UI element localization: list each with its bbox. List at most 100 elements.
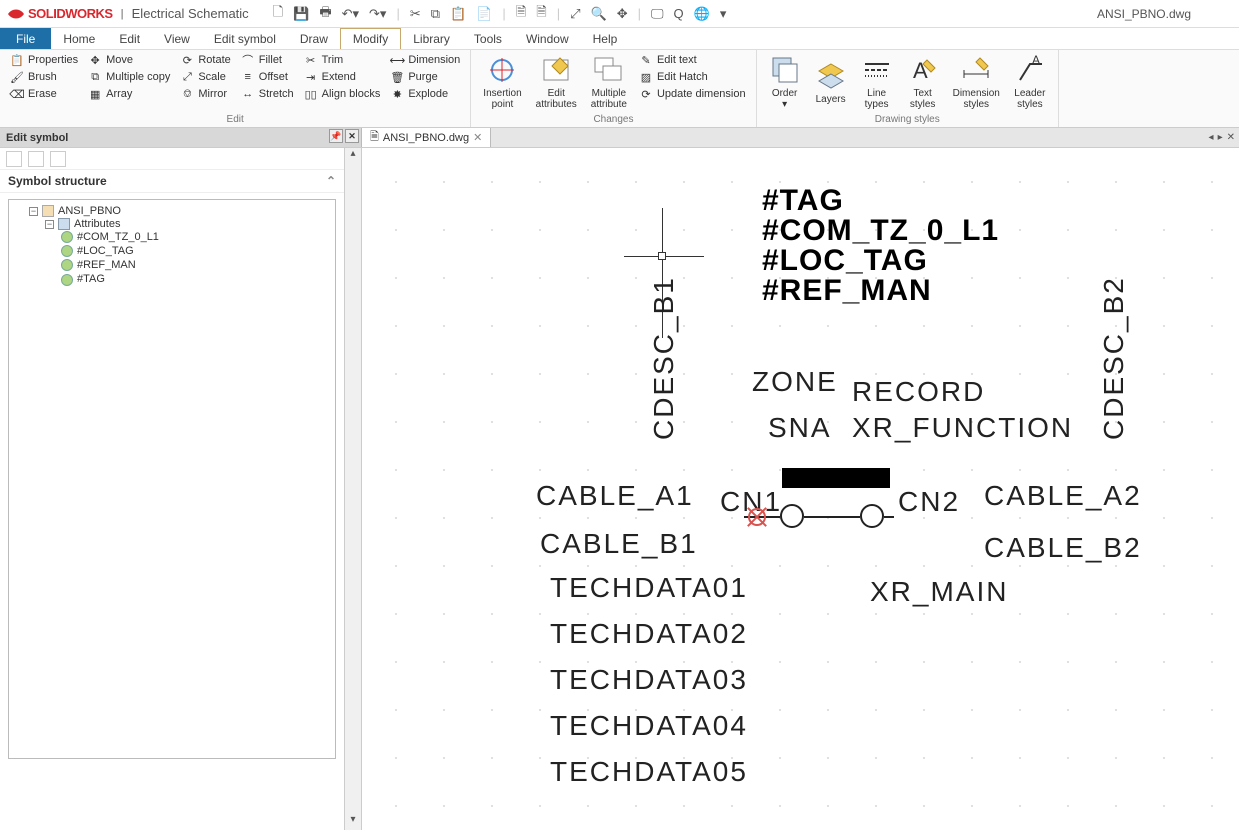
qat-print-icon[interactable]: 🖶: [319, 3, 331, 25]
qat-divider: |: [638, 6, 641, 21]
main-area: Symbol structure ⌃ −ANSI_PBNO −Attribute…: [0, 148, 1239, 830]
lbl-techdata04: TECHDATA04: [550, 710, 748, 742]
qat-dropdown-icon[interactable]: ▾: [720, 6, 727, 22]
tree-attr-item[interactable]: #COM_TZ_0_L1: [61, 230, 331, 244]
scroll-up-icon[interactable]: ▴: [345, 148, 361, 164]
lp-tool3-icon[interactable]: [50, 151, 66, 167]
symbol-tree[interactable]: −ANSI_PBNO −Attributes #COM_TZ_0_L1 #LOC…: [8, 199, 336, 759]
cmd-layers[interactable]: Layers: [809, 52, 853, 112]
qat-undo-icon[interactable]: ↶▾: [342, 6, 359, 22]
cmd-stretch[interactable]: ↔Stretch: [237, 86, 298, 102]
app-logo: SOLIDWORKS | Electrical Schematic: [8, 6, 249, 22]
qat-copy-icon[interactable]: ⧉: [431, 6, 440, 22]
cmd-editattributes[interactable]: Edit attributes: [530, 52, 583, 112]
qat-doc2-icon[interactable]: 🗎: [536, 3, 546, 25]
cmd-edithatch[interactable]: ▨Edit Hatch: [635, 69, 750, 85]
menu-editsymbol[interactable]: Edit symbol: [202, 28, 288, 49]
cmd-erase[interactable]: ⌫Erase: [6, 86, 82, 102]
tab-prev-icon[interactable]: ◂: [1209, 132, 1214, 143]
qat-new-icon[interactable]: 🗋: [273, 3, 283, 25]
toggle-icon[interactable]: −: [45, 220, 54, 229]
tree-attr-item[interactable]: #REF_MAN: [61, 258, 331, 272]
menu-file[interactable]: File: [0, 28, 51, 49]
qat-doc1-icon[interactable]: 🗎: [516, 3, 526, 25]
cmd-properties[interactable]: 📋Properties: [6, 52, 82, 68]
menu-library[interactable]: Library: [401, 28, 462, 49]
cmd-alignblocks[interactable]: ▯▯Align blocks: [300, 86, 385, 102]
qat-screen-icon[interactable]: 🖵: [651, 6, 664, 22]
menu-draw[interactable]: Draw: [288, 28, 340, 49]
cmd-trim[interactable]: ✂Trim: [300, 52, 385, 68]
cdesc-b2: CDESC_B2: [1098, 276, 1130, 440]
menu-view[interactable]: View: [152, 28, 202, 49]
document-name: ANSI_PBNO.dwg: [1097, 7, 1191, 21]
lp-tool1-icon[interactable]: [6, 151, 22, 167]
cmd-extend[interactable]: ⇥Extend: [300, 69, 385, 85]
menu-tools[interactable]: Tools: [462, 28, 514, 49]
panel-scrollbar[interactable]: ▴ ▾: [345, 148, 362, 830]
cmd-purge[interactable]: 🗑Purge: [386, 69, 464, 85]
collapse-icon[interactable]: ⌃: [326, 174, 336, 188]
qat-paste-icon[interactable]: 📋: [450, 6, 466, 22]
cmd-scale[interactable]: ⤢Scale: [176, 69, 234, 85]
leftpanel-pin-icon[interactable]: 📌: [329, 129, 343, 143]
menu-modify[interactable]: Modify: [340, 28, 401, 49]
cmd-edittext[interactable]: ✎Edit text: [635, 52, 750, 68]
rotate-icon: ⟳: [180, 53, 194, 67]
qat-redo-icon[interactable]: ↷▾: [369, 6, 386, 22]
tree-attr-item[interactable]: #LOC_TAG: [61, 244, 331, 258]
tree-root[interactable]: −ANSI_PBNO −Attributes #COM_TZ_0_L1 #LOC…: [29, 204, 331, 289]
svg-text:A: A: [1032, 54, 1040, 67]
menu-edit[interactable]: Edit: [107, 28, 152, 49]
cmd-updatedimension[interactable]: ⟳Update dimension: [635, 86, 750, 102]
tree-attributes[interactable]: −Attributes #COM_TZ_0_L1 #LOC_TAG #REF_M…: [45, 217, 331, 287]
menu-window[interactable]: Window: [514, 28, 581, 49]
qat-clipboard-icon[interactable]: 📄: [476, 6, 492, 22]
cmd-dimensionstyles[interactable]: Dimension styles: [947, 52, 1006, 112]
cmd-insertionpoint[interactable]: Insertion point: [477, 52, 527, 112]
leftpanel-toolbar: [0, 148, 344, 170]
cmd-mirror[interactable]: ⎊Mirror: [176, 86, 234, 102]
menu-home[interactable]: Home: [51, 28, 107, 49]
multiplecopy-icon: ⧉: [88, 70, 102, 84]
cmd-explode[interactable]: ✸Explode: [386, 86, 464, 102]
qat-pan-icon[interactable]: ✥: [617, 6, 628, 22]
cmd-multiplecopy[interactable]: ⧉Multiple copy: [84, 69, 174, 85]
cmd-linetypes[interactable]: Line types: [855, 52, 899, 112]
explode-icon: ✸: [390, 87, 404, 101]
doctab-name: ANSI_PBNO.dwg: [383, 132, 469, 144]
qat-search-icon[interactable]: Q: [674, 6, 684, 21]
cmd-order[interactable]: Order▾: [763, 52, 807, 112]
scroll-down-icon[interactable]: ▾: [345, 814, 361, 830]
cmd-fillet[interactable]: ⌒Fillet: [237, 52, 298, 68]
cmd-dimension[interactable]: ⟷Dimension: [386, 52, 464, 68]
cmd-move[interactable]: ✥Move: [84, 52, 174, 68]
drawing-canvas[interactable]: #TAG #COM_TZ_0_L1 #LOC_TAG #REF_MAN CDES…: [362, 148, 1239, 830]
cmd-leaderstyles[interactable]: ALeader styles: [1008, 52, 1052, 112]
tab-closeall-icon[interactable]: ✕: [1227, 132, 1235, 143]
lp-tool2-icon[interactable]: [28, 151, 44, 167]
symbol-structure-header[interactable]: Symbol structure ⌃: [0, 170, 344, 193]
cmd-textstyles[interactable]: AText styles: [901, 52, 945, 112]
qat-zoomfit-icon[interactable]: ⤢: [570, 6, 580, 22]
attribute-icon: [61, 245, 73, 257]
cmd-multipleattribute[interactable]: Multiple attribute: [585, 52, 633, 112]
menu-help[interactable]: Help: [581, 28, 630, 49]
qat-cut-icon[interactable]: ✂: [410, 6, 421, 22]
array-icon: ▦: [88, 87, 102, 101]
cmd-brush[interactable]: 🖌Brush: [6, 69, 82, 85]
toggle-icon[interactable]: −: [29, 207, 38, 216]
tab-next-icon[interactable]: ▸: [1218, 132, 1223, 143]
lbl-techdata05: TECHDATA05: [550, 756, 748, 788]
doctab-close-icon[interactable]: ✕: [473, 131, 482, 144]
cmd-array[interactable]: ▦Array: [84, 86, 174, 102]
document-tab[interactable]: 🗎 ANSI_PBNO.dwg ✕: [362, 128, 491, 147]
cmd-rotate[interactable]: ⟳Rotate: [176, 52, 234, 68]
tree-attr-item[interactable]: #TAG: [61, 272, 331, 286]
cmd-offset[interactable]: ≡Offset: [237, 69, 298, 85]
qat-globe-icon[interactable]: 🌐: [694, 6, 710, 22]
qat-save-icon[interactable]: 💾: [293, 6, 309, 22]
leftpanel-close-icon[interactable]: ✕: [345, 129, 359, 143]
leftpanel-title-text: Edit symbol: [6, 132, 68, 144]
qat-zoom-icon[interactable]: 🔍: [591, 6, 607, 22]
